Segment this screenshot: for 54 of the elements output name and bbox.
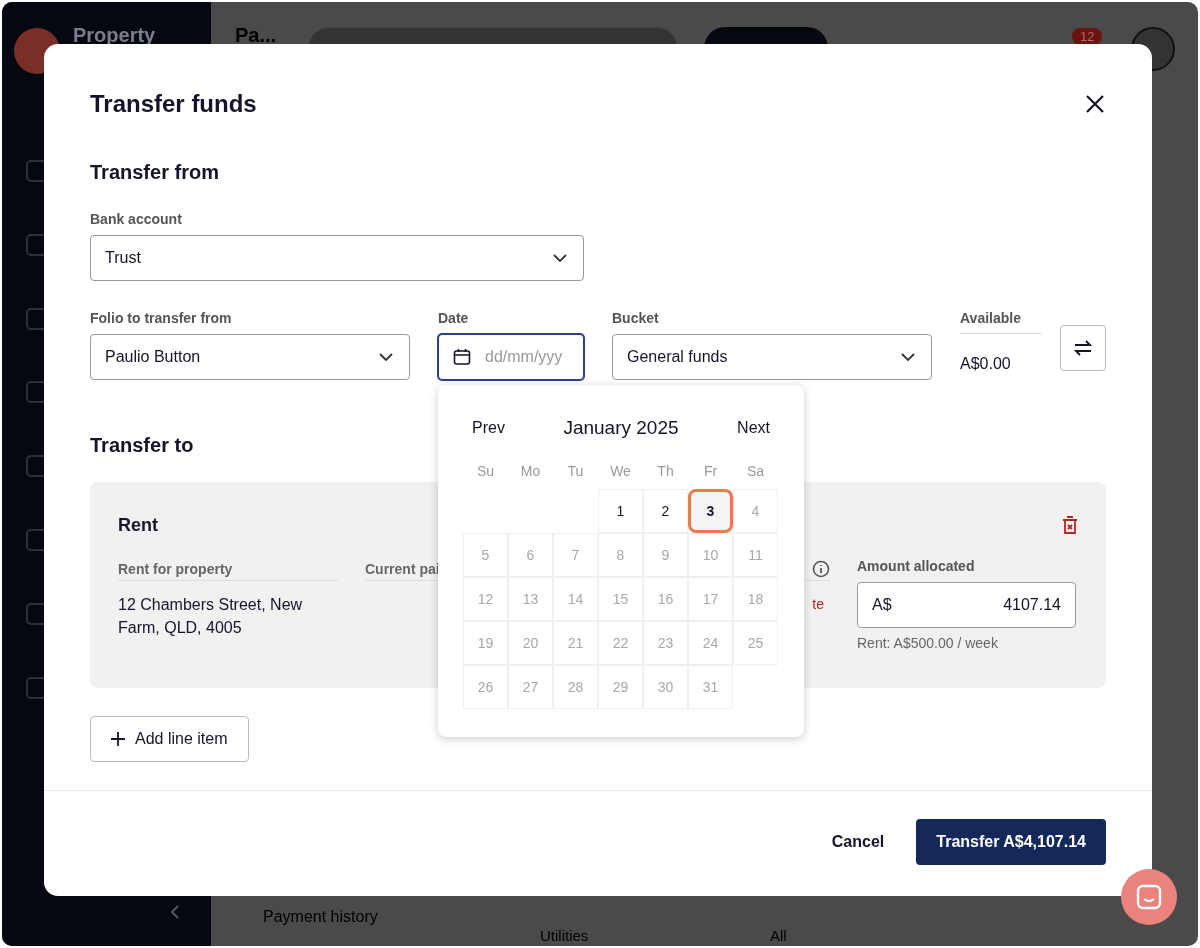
field-label: Folio to transfer from bbox=[90, 310, 233, 327]
field-label: Bank account bbox=[90, 211, 183, 228]
add-line-item-button[interactable]: Add line item bbox=[90, 716, 249, 762]
bank-account-select[interactable]: Trust bbox=[90, 235, 584, 281]
field-label: Available bbox=[960, 310, 1022, 327]
close-icon bbox=[1084, 93, 1106, 115]
trash-icon[interactable] bbox=[1062, 516, 1078, 535]
chevron-down-icon bbox=[379, 353, 393, 361]
line-item-title: Rent bbox=[118, 515, 158, 536]
weekday-label: Tu bbox=[566, 463, 585, 479]
bucket-select[interactable]: General funds bbox=[612, 334, 932, 380]
weekday-label: Sa bbox=[745, 463, 766, 479]
weekday-label: Mo bbox=[519, 463, 542, 479]
cancel-button[interactable]: Cancel bbox=[831, 821, 885, 863]
payment-history-tab[interactable]: Payment history bbox=[263, 908, 378, 926]
weekday-label: Fr bbox=[702, 463, 719, 479]
rent-hint: Rent: A$500.00 / week bbox=[857, 635, 999, 651]
table-cell: Utilities bbox=[540, 927, 589, 944]
property-address: 12 Chambers Street, New Farm, QLD, 4005 bbox=[118, 595, 304, 638]
month-title: January 2025 bbox=[563, 417, 679, 439]
plus-icon bbox=[111, 732, 125, 746]
chevron-down-icon bbox=[553, 254, 567, 262]
field-label: Amount allocated bbox=[857, 558, 976, 575]
section-heading: Transfer to bbox=[90, 434, 195, 458]
field-label: Bucket bbox=[612, 310, 660, 327]
next-month-button[interactable]: Next bbox=[737, 419, 770, 437]
dialog-title: Transfer funds bbox=[90, 90, 257, 118]
page-title: Pa... bbox=[235, 24, 277, 47]
calendar-day[interactable]: 2 bbox=[643, 489, 688, 533]
table-cell: All bbox=[770, 927, 787, 944]
calendar-day[interactable]: 3 bbox=[688, 489, 733, 533]
info-icon[interactable] bbox=[812, 560, 830, 578]
calendar-day[interactable]: 1 bbox=[598, 489, 643, 533]
swap-arrows-icon bbox=[1074, 340, 1092, 356]
status-text: te bbox=[812, 596, 824, 612]
prev-month-button[interactable]: Prev bbox=[472, 419, 505, 437]
transfer-button[interactable]: Transfer A$4,107.14 bbox=[916, 819, 1106, 865]
available-amount: A$0.00 bbox=[960, 354, 1011, 373]
chevron-down-icon bbox=[901, 353, 915, 361]
calendar-icon bbox=[453, 348, 471, 366]
weekday-label: Th bbox=[656, 463, 675, 479]
weekday-label: Su bbox=[475, 463, 496, 479]
swap-button[interactable] bbox=[1060, 325, 1106, 371]
column-label: Rent for property bbox=[118, 561, 233, 577]
brand-name: Property bbox=[73, 24, 156, 47]
section-heading: Transfer from bbox=[90, 161, 220, 185]
folio-select[interactable]: Paulio Button bbox=[90, 334, 410, 380]
amount-field[interactable]: A$ 4107.14 bbox=[857, 582, 1076, 628]
close-button[interactable] bbox=[1084, 93, 1106, 115]
chevron-left-icon[interactable] bbox=[170, 904, 180, 920]
field-label: Date bbox=[438, 310, 470, 327]
date-field[interactable]: dd/mm/yyy bbox=[438, 334, 584, 380]
chat-icon bbox=[1136, 884, 1162, 910]
weekday-label: We bbox=[609, 463, 632, 479]
